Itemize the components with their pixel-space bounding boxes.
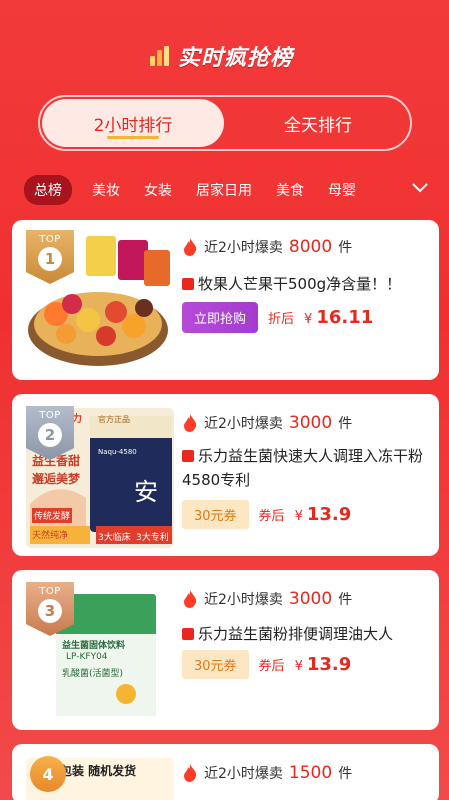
rank-top-label: TOP [39,234,61,245]
product-name-text: 乐力益生菌快速大人调理入冻干粉4580专利 [182,447,424,489]
sales-unit: 件 [338,592,353,608]
product-info: 近2小时爆卖 1500 件 [182,760,427,786]
price-value: 16.11 [316,307,374,328]
category-baby[interactable]: 母婴 [328,180,356,200]
price-row: 30元券 券后 ¥13.9 [182,500,351,529]
sales-line: 近2小时爆卖 3000 件 [182,586,427,612]
fire-icon [184,238,197,256]
shop-icon [182,628,194,640]
product-label-2: LP-KFY04 [66,652,108,662]
page-title-text: 实时疯抢榜 [178,46,294,71]
sales-prefix: 近2小时爆卖 [204,766,283,782]
coupon-badge[interactable]: 30元券 [182,500,249,529]
product-card-3[interactable]: 益生菌固体饮料 LP-KFY04 乳酸菌(活菌型) TOP 3 近2小时爆卖 3… [12,570,439,730]
fire-icon [184,764,197,782]
price-value: 13.9 [306,504,352,525]
sales-unit: 件 [338,240,353,256]
category-home[interactable]: 居家日用 [196,180,252,200]
category-women[interactable]: 女装 [144,180,172,200]
chevron-down-icon[interactable] [409,176,431,198]
product-card-2[interactable]: 乐力 官方正品 益生香甜 邂逅美梦 Naqu-4580 安 传统发酵 天然纯净 … [12,394,439,556]
sales-line: 近2小时爆卖 1500 件 [182,760,427,786]
header: 实时疯抢榜 [0,0,449,90]
tab-2h-ranking[interactable]: 2小时排行 [42,99,224,147]
product-name[interactable]: 牧果人芒果干500g净含量！！ [182,272,427,296]
sales-prefix: 近2小时爆卖 [204,416,283,432]
currency: ¥ [294,659,303,674]
product-label-1: 益生菌固体饮料 [62,641,126,651]
tag-2: 天然纯净 [32,531,69,541]
shop-icon [182,450,194,462]
category-all[interactable]: 总榜 [24,175,72,205]
tab-label: 全天排行 [284,115,352,136]
tag-1: 传统发酵 [32,508,73,523]
currency: ¥ [304,312,313,327]
price: ¥16.11 [304,307,373,328]
sales-prefix: 近2小时爆卖 [204,240,283,256]
sales-unit: 件 [338,416,353,432]
rank-top-label: TOP [39,410,61,421]
ranking-tabs: 2小时排行 全天排行 [38,95,412,151]
price-row: 30元券 券后 ¥13.9 [182,650,351,679]
sales-count: 3000 [288,413,333,433]
buy-now-button[interactable]: 立即抢购 [182,302,259,333]
category-food[interactable]: 美食 [276,180,304,200]
product-card-4[interactable]: 包装 随机发货 4 近2小时爆卖 1500 件 [12,744,439,800]
rank-badge: 4 [30,756,66,792]
price: ¥13.9 [295,654,352,675]
category-beauty[interactable]: 美妆 [92,180,120,200]
sales-unit: 件 [338,766,353,782]
product-info: 近2小时爆卖 8000 件 牧果人芒果干500g净含量！！ [182,234,427,296]
package-text: 包装 随机发货 [60,764,137,778]
model-text: Naqu-4580 [98,448,137,456]
sales-count: 3000 [288,589,333,609]
tab-label: 2小时排行 [93,115,173,136]
price-label: 折后 [268,312,295,327]
bar-chart-icon [150,46,172,66]
price-label: 券后 [258,509,285,524]
price: ¥13.9 [295,504,352,525]
shop-icon [182,278,194,290]
coupon-badge[interactable]: 30元券 [182,650,249,679]
tag-3: 3大临床 [98,533,131,543]
sales-count: 1500 [288,763,333,783]
fire-icon [184,414,197,432]
fire-icon [184,590,197,608]
product-label-3: 乳酸菌(活菌型) [62,669,124,679]
price-row: 立即抢购 折后 ¥16.11 [182,302,373,333]
product-info: 近2小时爆卖 3000 件 乐力益生菌快速大人调理入冻干粉4580专利 [182,410,427,492]
official-text: 官方正品 [98,415,130,424]
sales-prefix: 近2小时爆卖 [204,592,283,608]
category-bar: 总榜 美妆 女装 居家日用 美食 母婴 [0,172,449,208]
rank-number: 2 [38,423,62,447]
tab-allday-ranking[interactable]: 全天排行 [226,97,410,149]
rank-top-label: TOP [39,586,61,597]
price-label: 券后 [258,659,285,674]
product-card-1[interactable]: TOP 1 近2小时爆卖 8000 件 牧果人芒果干500g净含量！！ 立即抢购… [12,220,439,380]
tag-4: 3大专利 [136,533,169,543]
price-value: 13.9 [306,654,352,675]
rank-number: 3 [38,599,62,623]
rank-number: 4 [42,764,54,784]
rank-number: 1 [38,247,62,271]
product-name-text: 牧果人芒果干500g净含量！！ [198,275,402,293]
sales-count: 8000 [288,237,333,257]
currency: ¥ [294,509,303,524]
product-name[interactable]: 乐力益生菌快速大人调理入冻干粉4580专利 [182,444,427,492]
an-text: 安 [134,478,158,506]
sales-line: 近2小时爆卖 3000 件 [182,410,427,436]
sales-line: 近2小时爆卖 8000 件 [182,234,427,260]
slogan-2: 邂逅美梦 [32,472,81,486]
page-title: 实时疯抢榜 [150,40,293,72]
